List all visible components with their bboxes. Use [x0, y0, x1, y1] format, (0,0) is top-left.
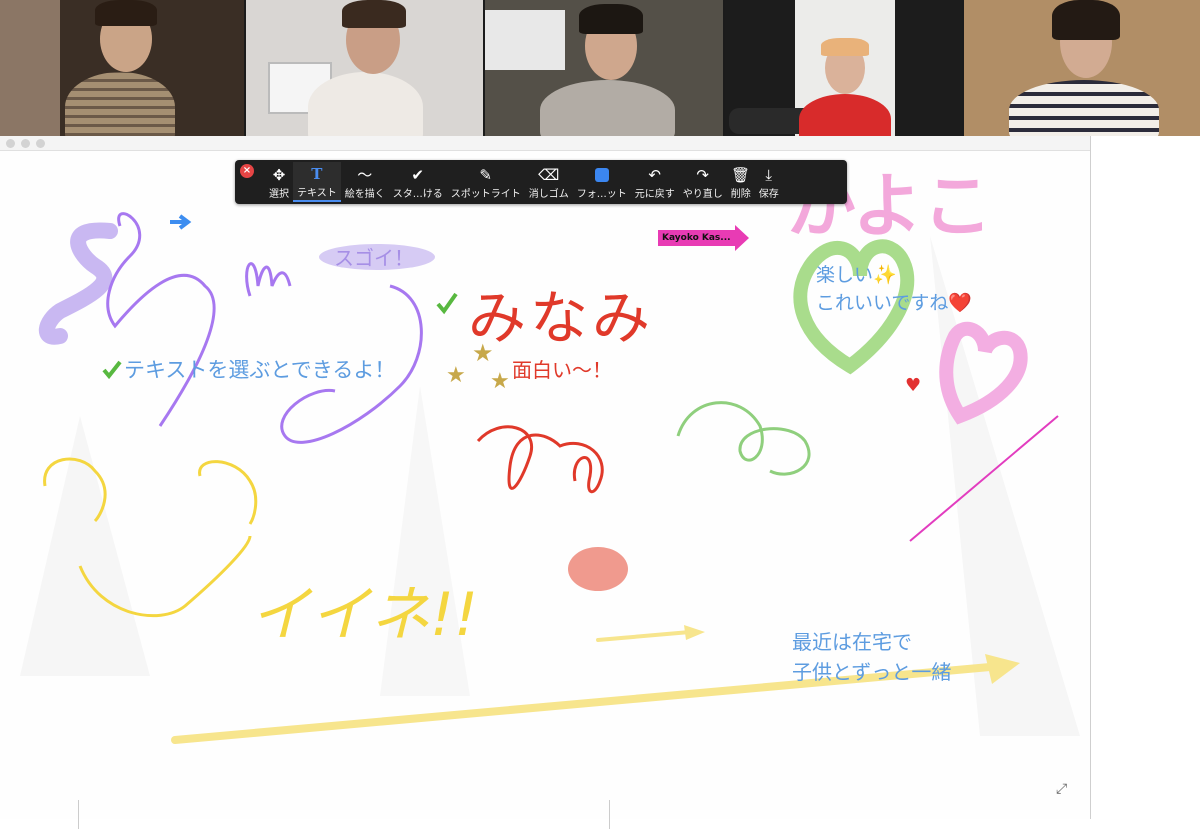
tool-redo[interactable]: ↷ やり直し — [679, 162, 727, 202]
tool-stamp[interactable]: ✔ スタ…ける — [389, 162, 447, 202]
tool-draw[interactable]: 〜 絵を描く — [341, 162, 389, 202]
eraser-icon: ⌫ — [538, 165, 560, 184]
spotlight-pointer: Kayoko Kas... — [658, 225, 749, 251]
green-check-icon — [436, 292, 458, 315]
tool-label: スタ…ける — [392, 188, 443, 200]
star-icon: ★ — [446, 363, 466, 388]
yellow-arrow-short — [596, 630, 692, 642]
participant-tile-1[interactable] — [0, 0, 244, 136]
color-swatch-icon — [594, 165, 609, 185]
lavender-scribble — [38, 222, 118, 345]
participant-body — [540, 80, 676, 136]
annotation-sugoi: スゴイ！ — [334, 246, 414, 270]
tool-undo[interactable]: ↶ 元に戻す — [631, 162, 679, 202]
tool-label: 元に戻す — [634, 188, 675, 200]
participant-tile-3[interactable] — [485, 0, 723, 136]
tool-label: やり直し — [682, 188, 723, 200]
annotation-tanoshii: 楽しい✨ — [816, 264, 897, 286]
tool-format[interactable]: フォ…ット — [573, 162, 631, 202]
annotation-omoshiroi: 面白い〜！ — [512, 358, 612, 382]
undo-icon: ↶ — [648, 165, 661, 184]
annotation-whiteboard[interactable]: ★ ★ ★ ♥ スゴイ！ テキストを選ぶとできるよ！ みなみ 面白い〜！ 楽しい… — [0, 136, 1091, 819]
star-icon: ★ — [490, 369, 510, 394]
text-t-icon: T — [311, 164, 323, 183]
participant-body — [307, 72, 423, 136]
tool-delete[interactable]: 🗑 削除 — [727, 162, 755, 202]
participant-tile-4-active-speaker[interactable] — [724, 0, 963, 136]
tool-save[interactable]: ⤓ 保存 — [755, 162, 783, 202]
red-loops — [476, 425, 604, 494]
participant-body — [798, 94, 891, 136]
participant-body — [1009, 80, 1160, 136]
annotation-minami: みなみ — [468, 284, 655, 352]
tool-label: 選択 — [269, 188, 289, 200]
annotation-text-tip: テキストを選ぶとできるよ！ — [124, 358, 396, 382]
annotation-toolbar: × ✥ 選択 T テキスト 〜 絵を描く ✔ スタ…ける ✎ スポットライト ⌫… — [235, 160, 847, 204]
video-gallery-strip — [0, 0, 1200, 136]
tool-label: 保存 — [758, 188, 779, 200]
annotation-iine: イイネ!! — [250, 580, 479, 650]
purple-swirl — [106, 212, 216, 427]
redo-icon: ↷ — [696, 165, 709, 184]
participant-tile-5[interactable] — [964, 0, 1200, 136]
expand-corner-icon[interactable]: ⤢ — [1056, 781, 1072, 797]
blue-arrow — [170, 214, 192, 230]
spotlight-pointer-label: Kayoko Kas... — [658, 230, 735, 246]
tool-select[interactable]: ✥ 選択 — [265, 162, 293, 202]
annotation-kodomo: 子供とずっと一緒 — [792, 660, 952, 684]
pointer-arrow-icon — [734, 225, 749, 251]
green-loops — [676, 401, 811, 476]
salmon-blob — [568, 547, 628, 591]
tool-spotlight[interactable]: ✎ スポットライト — [447, 162, 525, 202]
annotation-saikin: 最近は在宅で — [792, 630, 912, 654]
underlying-document-edge — [78, 800, 610, 829]
tool-label: 削除 — [730, 188, 751, 200]
yellow-curve — [198, 460, 258, 525]
checkmark-icon: ✔ — [411, 165, 424, 184]
squiggle-icon: 〜 — [357, 165, 373, 184]
tool-label: テキスト — [297, 187, 337, 199]
tool-label: 消しゴム — [528, 188, 569, 200]
tool-label: 絵を描く — [344, 188, 385, 200]
tool-label: フォ…ット — [576, 188, 627, 200]
participant-body — [65, 72, 175, 136]
close-x-icon[interactable]: × — [240, 164, 254, 178]
trash-icon: 🗑 — [731, 165, 751, 184]
right-margin — [1091, 136, 1200, 829]
move-icon: ✥ — [272, 165, 286, 184]
participant-tile-2[interactable] — [245, 0, 484, 136]
magic-wand-icon: ✎ — [479, 165, 492, 184]
annotation-koreii: これいいですね❤️ — [816, 292, 973, 314]
save-download-icon: ⤓ — [765, 165, 773, 184]
tool-text[interactable]: T テキスト — [293, 162, 341, 202]
tool-label: スポットライト — [450, 188, 521, 200]
green-check-icon — [102, 360, 122, 380]
tool-eraser[interactable]: ⌫ 消しゴム — [525, 162, 573, 202]
red-heart-icon: ♥ — [905, 375, 921, 396]
